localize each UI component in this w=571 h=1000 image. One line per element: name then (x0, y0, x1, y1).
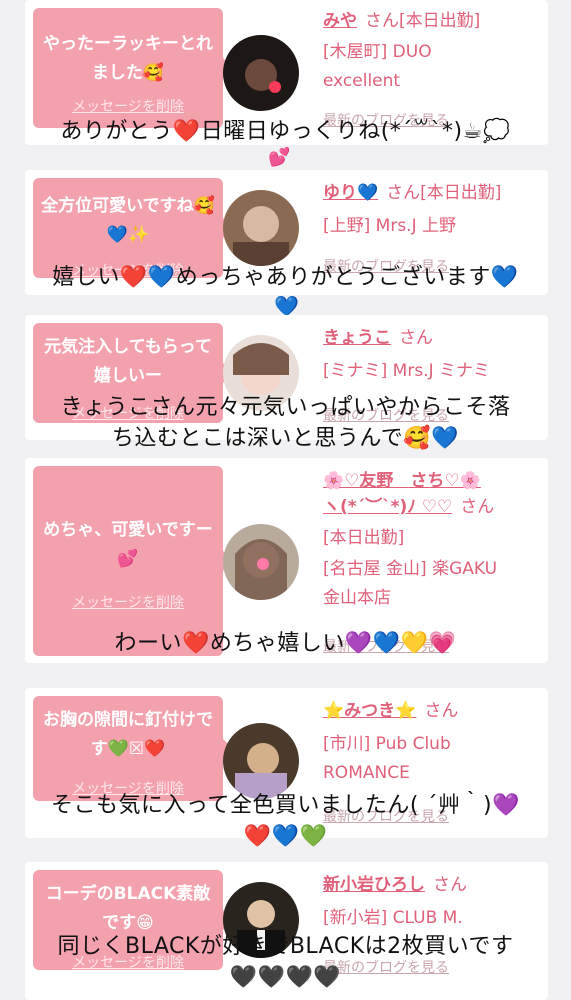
honorific: さん (365, 11, 399, 31)
status-badge: [本日出勤] (399, 11, 481, 31)
message-bubble: お胸の隙間に釘付けです💚☒❤️ メッセージを削除 (33, 696, 233, 801)
delete-message-link[interactable]: メッセージを削除 (33, 592, 223, 612)
girl-info: 🌸♡友野 さち♡🌸 ヽ(*´︶`*)ﾉ ♡♡ さん [本日出勤] [名古屋 金山]… (323, 468, 538, 613)
reply-comment: わーい❤️めちゃ嬉しい💜💙💛💗 (0, 628, 571, 659)
reply-comment: きょうこさん元々元気いっぱいやからこそ落 ち込むとこは深いと思うんで🥰💙 (0, 392, 571, 454)
bubble-message: 全方位可愛いですね🥰💙✨ (41, 196, 215, 245)
avatar[interactable] (223, 723, 299, 799)
status-badge: [本日出勤] (323, 528, 405, 548)
shop-location[interactable]: [木屋町] DUO (323, 38, 538, 67)
shop-name[interactable]: excellent (323, 67, 538, 96)
shop-location[interactable]: [名古屋 金山] 楽GAKU (323, 555, 538, 584)
girl-info: きょうこ さん [ミナミ] Mrs.J ミナミ (323, 325, 538, 386)
girl-info: ⭐みつき⭐ さん [市川] Pub Club ROMANCE (323, 698, 538, 788)
honorific: さん (460, 497, 495, 517)
bubble-message: やったーラッキーとれました🥰 (43, 34, 213, 83)
comment-line: そこも気に入って全色買いましたん( ´艸｀)💜 (51, 793, 520, 818)
comment-line: 🖤🖤🖤🖤 (229, 965, 342, 990)
avatar[interactable] (223, 190, 299, 266)
honorific: さん (433, 875, 467, 895)
shop-location[interactable]: [ミナミ] Mrs.J ミナミ (323, 357, 538, 386)
comment-line: わーい❤️めちゃ嬉しい💜💙💛💗 (114, 631, 457, 656)
bubble-message: 元気注入してもらって嬉しいー (44, 337, 212, 386)
bubble-message: めちゃ、可愛いですー💕 (43, 520, 213, 569)
girl-name-link[interactable]: みや (323, 11, 357, 31)
comment-line: 嬉しい❤️💙めっちゃありがとうございます💙 (52, 265, 519, 290)
girl-info: ゆり💙 さん[本日出勤] [上野] Mrs.J 上野 (323, 180, 538, 241)
girl-name-link[interactable]: ヽ(*´︶`*)ﾉ ♡♡ (323, 497, 452, 517)
shop-location[interactable]: [新小岩] CLUB M. (323, 904, 538, 933)
girl-info: 新小岩ひろし さん [新小岩] CLUB M. (323, 872, 538, 933)
girl-info: みや さん[本日出勤] [木屋町] DUO excellent (323, 8, 538, 96)
message-bubble: やったーラッキーとれました🥰 メッセージを削除 (33, 8, 233, 128)
comment-line: ❤️💙💚 (243, 824, 328, 849)
reply-comment: ありがとう❤️日曜日ゆっくりね(*ˊ꒳ˋ*)☕💭 💕 (0, 116, 571, 169)
shop-location[interactable]: [市川] Pub Club (323, 730, 538, 759)
bubble-message: お胸の隙間に釘付けです💚☒❤️ (43, 710, 213, 759)
honorific: さん (424, 701, 459, 721)
honorific: さん (386, 183, 421, 203)
reply-comment: 同じくBLACKが好きでBLACKは2枚買いです 🖤🖤🖤🖤 (0, 931, 571, 993)
girl-name-link[interactable]: ⭐みつき⭐ (323, 701, 416, 721)
shop-name[interactable]: 金山本店 (323, 584, 538, 613)
delete-message-link[interactable]: メッセージを削除 (33, 96, 223, 116)
honorific: さん (399, 328, 433, 348)
status-badge: [本日出勤] (420, 183, 502, 203)
comment-line: 💕 (268, 147, 291, 168)
girl-name-link[interactable]: きょうこ (323, 328, 391, 348)
comment-line: ありがとう❤️日曜日ゆっくりね(*ˊ꒳ˋ*)☕💭 (60, 119, 511, 144)
comment-line: ち込むとこは深いと思うんで🥰💙 (111, 426, 460, 451)
girl-name-link[interactable]: 新小岩ひろし (323, 875, 425, 895)
reply-comment: そこも気に入って全色買いましたん( ´艸｀)💜 ❤️💙💚 (0, 790, 571, 852)
shop-location[interactable]: [上野] Mrs.J 上野 (323, 212, 538, 241)
bubble-message: コーデのBLACK素敵です😁 (45, 884, 211, 933)
avatar[interactable] (223, 524, 299, 600)
girl-name-link[interactable]: ゆり💙 (323, 183, 378, 203)
reply-comment: 嬉しい❤️💙めっちゃありがとうございます💙 💙 (0, 262, 571, 319)
comment-line: 同じくBLACKが好きでBLACKは2枚買いです (57, 934, 514, 959)
avatar[interactable] (223, 35, 299, 111)
shop-name[interactable]: ROMANCE (323, 759, 538, 788)
comment-line: きょうこさん元々元気いっぱいやからこそ落 (60, 395, 511, 420)
girl-name-link[interactable]: 🌸♡友野 さち♡🌸 (323, 471, 481, 491)
